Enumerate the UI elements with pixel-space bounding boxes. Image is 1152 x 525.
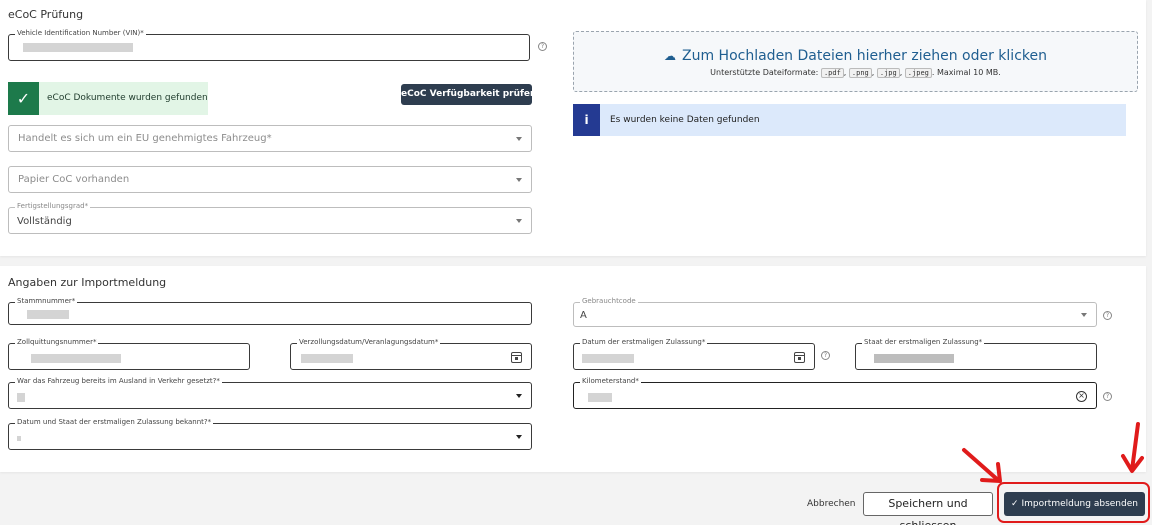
fertigstellungsgrad-select[interactable]: Fertigstellungsgrad* Vollständig [8, 202, 532, 234]
kilometerstand-label: Kilometerstand* [580, 377, 641, 386]
no-data-text: Es wurden keine Daten gefunden [610, 115, 760, 125]
file-upload-dropzone[interactable]: ☁ Zum Hochladen Dateien hierher ziehen od… [573, 31, 1138, 92]
ecoc-success-banner: ✓ eCoC Dokumente wurden gefunden [8, 82, 208, 115]
erstzulassung-staat-label: Staat der erstmaligen Zulassung* [862, 338, 985, 347]
papier-coc-select[interactable]: Papier CoC vorhanden [8, 166, 532, 193]
ecoc-section: eCoC Prüfung Vehicle Identification Numb… [0, 0, 1146, 256]
gebrauchtcode-label: Gebrauchtcode [580, 297, 638, 306]
papier-coc-placeholder: Papier CoC vorhanden [18, 174, 130, 185]
erstzulassung-datum-value [582, 354, 634, 363]
verzollungsdatum-value [301, 354, 353, 363]
import-section: Angaben zur Importmeldung Stammnummer* Z… [0, 266, 1146, 472]
eu-approved-select[interactable]: Handelt es sich um ein EU genehmigtes Fa… [8, 125, 532, 152]
save-and-close-button[interactable]: Speichern und schliessen [863, 492, 993, 525]
chevron-down-icon [516, 394, 522, 398]
stammnummer-field[interactable]: Stammnummer* [8, 297, 532, 325]
check-icon: ✓ [8, 82, 39, 115]
chevron-down-icon [516, 178, 522, 182]
zollquittung-label: Zollquittungsnummer* [15, 338, 99, 347]
kilometerstand-value [588, 393, 612, 402]
calendar-icon[interactable] [511, 352, 522, 363]
clear-icon[interactable]: × [1076, 391, 1087, 402]
ausland-select[interactable]: War das Fahrzeug bereits im Ausland in V… [8, 377, 532, 409]
erstzulassung-staat-value [874, 354, 954, 363]
ecoc-check-button[interactable]: eCoC Verfügbarkeit prüfen [401, 84, 536, 105]
annotation-arrow-left [962, 448, 1002, 483]
kilometerstand-help-icon[interactable]: ? [1103, 392, 1112, 401]
ecoc-section-title: eCoC Prüfung [8, 8, 84, 21]
upload-cloud-icon: ☁ [664, 49, 676, 63]
fertigstellungsgrad-value: Vollständig [17, 216, 72, 227]
upload-title: Zum Hochladen Dateien hierher ziehen ode… [682, 48, 1047, 64]
fertigstellungsgrad-label: Fertigstellungsgrad* [15, 202, 91, 211]
verzollungsdatum-field[interactable]: Verzollungsdatum/Veranlagungsdatum* [290, 338, 532, 370]
upload-formats: Unterstützte Dateiformate: .pdf, .png, .… [710, 68, 1001, 78]
ausland-label: War das Fahrzeug bereits im Ausland in V… [15, 377, 222, 386]
ausland-value [17, 393, 25, 402]
highlight-frame [997, 482, 1150, 523]
stammnummer-label: Stammnummer* [15, 297, 78, 306]
import-section-title: Angaben zur Importmeldung [8, 276, 167, 289]
zollquittung-value [31, 354, 121, 363]
erstzulassung-staat-field[interactable]: Staat der erstmaligen Zulassung* [855, 338, 1097, 370]
erstzulassung-datum-field[interactable]: Datum der erstmaligen Zulassung* [573, 338, 815, 370]
ecoc-success-text: eCoC Dokumente wurden gefunden [47, 93, 208, 103]
gebrauchtcode-help-icon[interactable]: ? [1103, 311, 1112, 320]
chevron-down-icon [516, 137, 522, 141]
info-icon: i [573, 104, 600, 136]
gebrauchtcode-value: A [580, 310, 587, 321]
vin-help-icon[interactable]: ? [538, 42, 547, 51]
datum-staat-bekannt-value [17, 436, 21, 441]
zollquittung-field[interactable]: Zollquittungsnummer* [8, 338, 250, 370]
vin-value [23, 43, 133, 52]
gebrauchtcode-select[interactable]: Gebrauchtcode A [573, 297, 1097, 327]
chevron-down-icon [516, 219, 522, 223]
chevron-down-icon [516, 435, 522, 439]
calendar-icon[interactable] [794, 352, 805, 363]
eu-approved-placeholder: Handelt es sich um ein EU genehmigtes Fa… [18, 133, 272, 144]
datum-staat-bekannt-select[interactable]: Datum und Staat der erstmaligen Zulassun… [8, 418, 532, 450]
erstzulassung-datum-label: Datum der erstmaligen Zulassung* [580, 338, 708, 347]
cancel-link[interactable]: Abbrechen [807, 499, 856, 509]
erstzulassung-datum-help-icon[interactable]: ? [821, 351, 830, 360]
chevron-down-icon [1081, 313, 1087, 317]
datum-staat-bekannt-label: Datum und Staat der erstmaligen Zulassun… [15, 418, 214, 427]
vin-label: Vehicle Identification Number (VIN)* [15, 29, 146, 38]
verzollungsdatum-label: Verzollungsdatum/Veranlagungsdatum* [297, 338, 441, 347]
annotation-arrow-right [1121, 422, 1144, 473]
stammnummer-value [27, 310, 69, 319]
vin-field[interactable]: Vehicle Identification Number (VIN)* [8, 29, 530, 61]
no-data-info-banner: i Es wurden keine Daten gefunden [573, 104, 1126, 136]
kilometerstand-field[interactable]: Kilometerstand* × [573, 377, 1097, 409]
